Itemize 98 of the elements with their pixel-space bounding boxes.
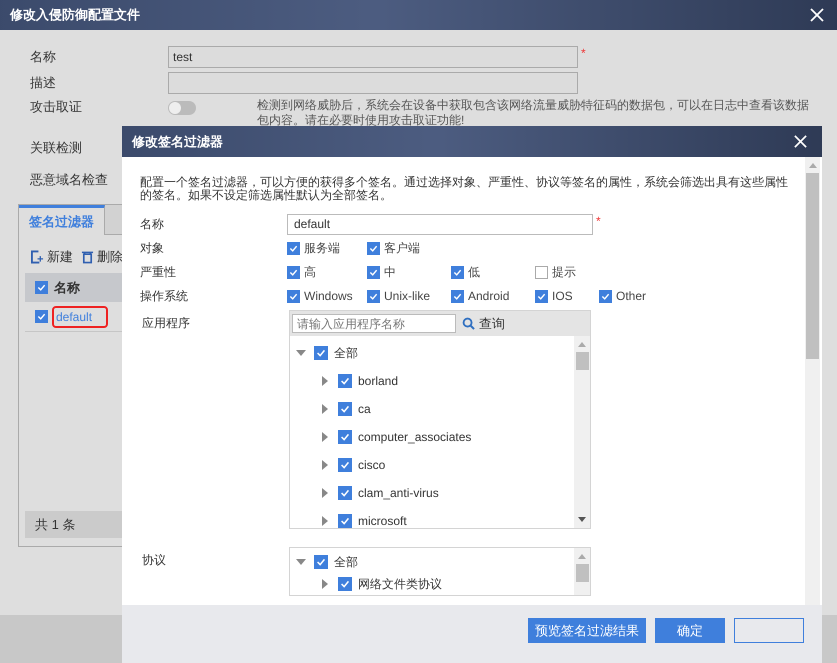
check-icon bbox=[339, 431, 351, 443]
checkbox-label: 高 bbox=[304, 264, 316, 280]
close-icon[interactable] bbox=[809, 7, 825, 23]
field-label: 攻击取证 bbox=[30, 98, 82, 116]
check-icon bbox=[339, 459, 351, 471]
checkbox[interactable] bbox=[367, 290, 380, 302]
checkbox[interactable] bbox=[599, 290, 612, 302]
checkbox-label: 服务端 bbox=[304, 240, 340, 256]
checkbox[interactable] bbox=[35, 281, 48, 294]
checkbox[interactable] bbox=[451, 290, 464, 302]
checkbox-label: 客户端 bbox=[384, 240, 420, 256]
close-icon[interactable] bbox=[793, 134, 808, 149]
caret-right-icon[interactable] bbox=[320, 579, 330, 589]
checkbox[interactable] bbox=[35, 310, 48, 323]
checkbox[interactable] bbox=[338, 514, 352, 528]
caret-down-icon[interactable] bbox=[296, 348, 306, 358]
intro-text: 配置一个签名过滤器，可以方便的获得多个签名。通过选择对象、严重性、协议等签名的属性，系统会筛选出具有这些属性的签名。如果不设定筛选属性默认为全部签名。 bbox=[140, 176, 789, 202]
field-label: 关联检测 bbox=[30, 139, 82, 157]
tree-item-label[interactable]: microsoft bbox=[358, 514, 407, 528]
caret-right-icon[interactable] bbox=[320, 460, 330, 470]
tree-item-label[interactable]: computer_associates bbox=[358, 430, 472, 444]
primary-button[interactable]: 预览签名过滤结果 bbox=[528, 618, 646, 643]
checkbox-label: Windows bbox=[304, 289, 353, 303]
checkbox-label: 提示 bbox=[552, 264, 576, 280]
toolbar-button[interactable]: 删除 bbox=[81, 246, 123, 268]
field-label: 操作系统 bbox=[140, 288, 189, 304]
scrollbar[interactable] bbox=[574, 548, 590, 595]
toolbar-button[interactable]: 新建 bbox=[31, 246, 73, 268]
toggle-switch[interactable] bbox=[168, 101, 196, 115]
field-label: 名称 bbox=[140, 216, 165, 232]
checkbox-label: 低 bbox=[468, 264, 480, 280]
checkbox[interactable] bbox=[451, 266, 464, 278]
record-count: 共 1 条 bbox=[35, 516, 76, 534]
tree-item-label[interactable]: cisco bbox=[358, 458, 386, 472]
checkbox[interactable] bbox=[287, 290, 300, 302]
field-label: 描述 bbox=[30, 74, 56, 92]
check-icon bbox=[339, 375, 351, 387]
check-icon bbox=[315, 347, 327, 359]
checkbox[interactable] bbox=[338, 374, 352, 388]
tree-item-label[interactable]: 全部 bbox=[334, 554, 358, 570]
outline-button[interactable] bbox=[734, 618, 804, 643]
check-icon bbox=[339, 487, 351, 499]
checkbox[interactable] bbox=[338, 430, 352, 444]
search-field[interactable]: 请输入应用程序名称 bbox=[292, 314, 456, 333]
field-label: 恶意域名检查 bbox=[30, 171, 108, 189]
checkbox-label: IOS bbox=[552, 289, 573, 303]
check-icon bbox=[339, 403, 351, 415]
checkbox[interactable] bbox=[535, 266, 548, 278]
tree-item-label[interactable]: ca bbox=[358, 402, 371, 416]
name-input[interactable]: default bbox=[287, 214, 593, 234]
dialog-title: 修改签名过滤器 bbox=[132, 132, 223, 150]
hint-text: 检测到网络威胁后，系统会在设备中获取包含该网络流量威胁特征码的数据包，可以在日志中查看该数据包内容。请在必要时使用攻击取证功能! bbox=[257, 98, 810, 128]
checkbox[interactable] bbox=[367, 242, 380, 254]
checkbox[interactable] bbox=[338, 402, 352, 416]
column-header: 名称 bbox=[54, 278, 80, 296]
checkbox[interactable] bbox=[314, 346, 328, 360]
check-icon bbox=[339, 578, 351, 590]
description-input[interactable] bbox=[168, 72, 578, 94]
caret-right-icon[interactable] bbox=[320, 432, 330, 442]
checkbox[interactable] bbox=[338, 486, 352, 500]
scrollbar[interactable] bbox=[574, 336, 590, 528]
scrollbar[interactable] bbox=[805, 157, 820, 605]
checkbox[interactable] bbox=[314, 555, 328, 569]
caret-right-icon[interactable] bbox=[320, 516, 330, 526]
checkbox-label: Other bbox=[616, 289, 646, 303]
check-icon bbox=[315, 556, 327, 568]
name-input[interactable]: test bbox=[168, 46, 578, 68]
field-label: 对象 bbox=[140, 240, 165, 256]
checkbox-label: Android bbox=[468, 289, 510, 303]
field-label: 应用程序 bbox=[141, 315, 191, 332]
checkbox[interactable] bbox=[535, 290, 548, 302]
checkbox[interactable] bbox=[287, 242, 300, 254]
dialog-title: 修改入侵防御配置文件 bbox=[10, 6, 140, 24]
field-label: 严重性 bbox=[140, 264, 177, 280]
check-icon bbox=[339, 515, 351, 527]
required-mark: * bbox=[596, 214, 601, 228]
tree-item-label[interactable]: 网络文件类协议 bbox=[358, 576, 442, 592]
checkbox-label: 中 bbox=[384, 264, 396, 280]
field-label: 协议 bbox=[141, 552, 167, 569]
tree-item-label[interactable]: 全部 bbox=[334, 344, 358, 362]
primary-button[interactable]: 确定 bbox=[655, 618, 725, 643]
checkbox[interactable] bbox=[338, 458, 352, 472]
required-mark: * bbox=[581, 46, 586, 60]
tree-item-label[interactable]: borland bbox=[358, 374, 398, 388]
caret-right-icon[interactable] bbox=[320, 488, 330, 498]
checkbox[interactable] bbox=[287, 266, 300, 278]
caret-right-icon[interactable] bbox=[320, 404, 330, 414]
caret-right-icon[interactable] bbox=[320, 376, 330, 386]
tree-item-label[interactable]: clam_anti-virus bbox=[358, 486, 439, 500]
caret-down-icon[interactable] bbox=[296, 557, 306, 567]
checkbox-label: Unix-like bbox=[384, 289, 430, 303]
search-icon bbox=[462, 317, 475, 330]
trash-icon bbox=[81, 250, 94, 264]
checkbox[interactable] bbox=[367, 266, 380, 278]
field-label: 名称 bbox=[30, 48, 56, 66]
new-icon bbox=[31, 250, 44, 264]
search-button[interactable]: 查询 bbox=[462, 314, 505, 332]
checkbox[interactable] bbox=[338, 577, 352, 591]
